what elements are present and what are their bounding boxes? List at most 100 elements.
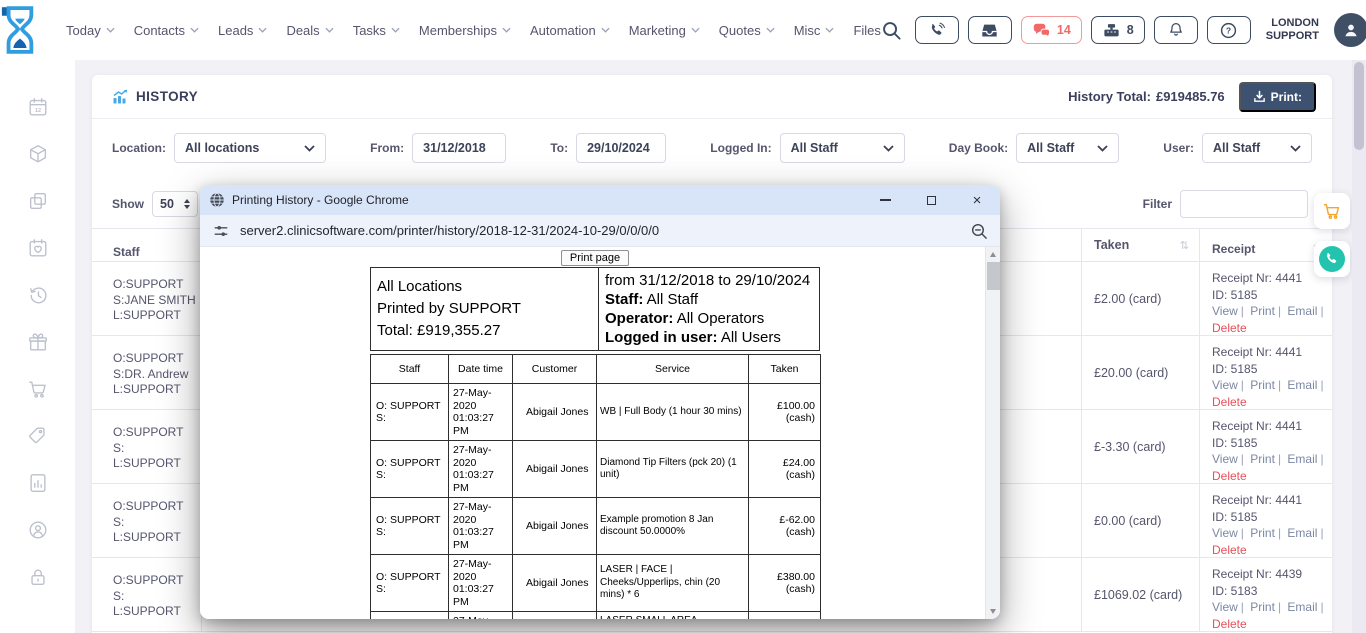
email-link[interactable]: Email [1287,378,1317,392]
print-button[interactable]: Print: [1239,82,1316,112]
link-separator: | [1278,452,1281,466]
filter-label: Filter [1143,197,1172,211]
user-avatar[interactable] [1334,13,1366,47]
print-service-cell: LASER | FACE | Cheeks/Upperlips, chin (2… [597,555,749,612]
call-fab-button[interactable] [1314,241,1350,277]
filter-input[interactable] [1180,190,1308,218]
delete-link[interactable]: Delete [1212,617,1247,631]
email-link[interactable]: Email [1287,526,1317,540]
logged-in-select[interactable]: All Staff [780,133,905,163]
delete-link[interactable]: Delete [1212,321,1247,335]
nav-item-today[interactable]: Today [66,23,115,38]
view-link[interactable]: View [1212,304,1238,318]
tag-icon[interactable] [27,425,49,447]
report-icon[interactable] [27,472,49,494]
nav-label: Quotes [719,23,761,38]
email-link[interactable]: Email [1287,452,1317,466]
history-total-label: History Total: [1068,89,1151,104]
column-header-staff[interactable]: Staff [92,229,202,262]
nav-item-leads[interactable]: Leads [218,23,267,38]
account-name: LONDON SUPPORT [1266,17,1319,43]
day-book-select[interactable]: All Staff [1016,133,1119,163]
calendar-heart-icon[interactable] [27,237,49,259]
inbox-button[interactable] [968,16,1012,44]
delete-link[interactable]: Delete [1212,469,1247,483]
column-header-taken[interactable]: Taken⇅ [1082,229,1200,262]
from-date-input[interactable] [412,133,506,163]
app-logo-icon[interactable] [0,5,38,55]
delete-link[interactable]: Delete [1212,543,1247,557]
support-icon[interactable] [27,519,49,541]
history-total-value: £919485.76 [1156,89,1225,104]
close-button[interactable]: × [954,185,1000,215]
view-link[interactable]: View [1212,600,1238,614]
popup-address-bar: server2.clinicsoftware.com/printer/histo… [200,215,1000,247]
sort-icon[interactable]: ⇅ [1180,239,1189,252]
chevron-down-icon [691,27,700,33]
chevron-down-icon [601,27,610,33]
lock-icon[interactable] [27,566,49,588]
email-link[interactable]: Email [1287,600,1317,614]
history-icon[interactable] [27,284,49,306]
site-settings-icon[interactable] [212,222,230,240]
view-link[interactable]: View [1212,526,1238,540]
view-link[interactable]: View [1212,452,1238,466]
cart-icon[interactable] [27,378,49,400]
user-select[interactable]: All Staff [1202,133,1312,163]
print-link[interactable]: Print [1250,526,1275,540]
url-text[interactable]: server2.clinicsoftware.com/printer/histo… [240,223,960,238]
popup-titlebar[interactable]: Printing History - Google Chrome × [200,185,1000,215]
nav-item-quotes[interactable]: Quotes [719,23,775,38]
print-link[interactable]: Print [1250,600,1275,614]
cart-fab-button[interactable] [1314,193,1350,229]
nav-item-tasks[interactable]: Tasks [353,23,400,38]
column-header-receipt[interactable]: Receipt⇅ [1200,229,1332,262]
nav-item-misc[interactable]: Misc [794,23,835,38]
calendar-icon[interactable]: 12 [27,96,49,118]
link-separator: | [1278,304,1281,318]
popup-scrollbar[interactable] [985,247,1000,619]
popup-window-title: Printing History - Google Chrome [232,193,409,207]
nav-item-memberships[interactable]: Memberships [419,23,511,38]
cart-icon [1322,201,1342,221]
print-customer-cell: Abigail Jones [513,555,597,612]
nav-item-files[interactable]: Files [853,23,880,38]
popup-scrollbar-thumb[interactable] [987,262,1000,290]
receipt-actions: View| Print| Email| Delete [1212,303,1336,336]
chat-count-badge: 14 [1057,23,1071,37]
print-link[interactable]: Print [1250,304,1275,318]
print-link[interactable]: Print [1250,378,1275,392]
gift-icon[interactable] [27,331,49,353]
help-button[interactable]: ? [1207,16,1251,44]
receipt-actions: View| Print| Email| Delete [1212,451,1336,484]
chat-button[interactable]: 14 [1021,16,1082,44]
nav-item-automation[interactable]: Automation [530,23,610,38]
location-select[interactable]: All locations [174,133,326,163]
minimize-button[interactable] [862,185,908,215]
delete-link[interactable]: Delete [1212,395,1247,409]
phone-button[interactable] [915,16,959,44]
package-icon[interactable] [27,143,49,165]
copies-icon[interactable] [27,190,49,212]
scroll-down-arrow-icon[interactable] [990,609,996,614]
nav-item-marketing[interactable]: Marketing [629,23,700,38]
maximize-button[interactable] [908,185,954,215]
nav-item-deals[interactable]: Deals [286,23,333,38]
nav-item-contacts[interactable]: Contacts [134,23,199,38]
page-scrollbar[interactable] [1352,60,1366,633]
print-logged-value: All Users [721,329,781,346]
email-link[interactable]: Email [1287,304,1317,318]
page-scrollbar-thumb[interactable] [1354,62,1364,150]
zoom-out-icon[interactable] [970,222,988,240]
show-entries-select[interactable]: 50 [152,191,198,217]
print-link[interactable]: Print [1250,452,1275,466]
minimize-icon [880,199,891,201]
notifications-button[interactable] [1154,16,1198,44]
to-date-input[interactable] [576,133,666,163]
register-button[interactable]: 8 [1091,16,1145,44]
search-icon[interactable] [881,20,902,41]
receipt-cell: Receipt Nr: 4441 ID: 5185 View| Print| E… [1200,410,1332,484]
view-link[interactable]: View [1212,378,1238,392]
print-page-button[interactable]: Print page [561,250,629,266]
scroll-up-arrow-icon[interactable] [990,252,996,257]
